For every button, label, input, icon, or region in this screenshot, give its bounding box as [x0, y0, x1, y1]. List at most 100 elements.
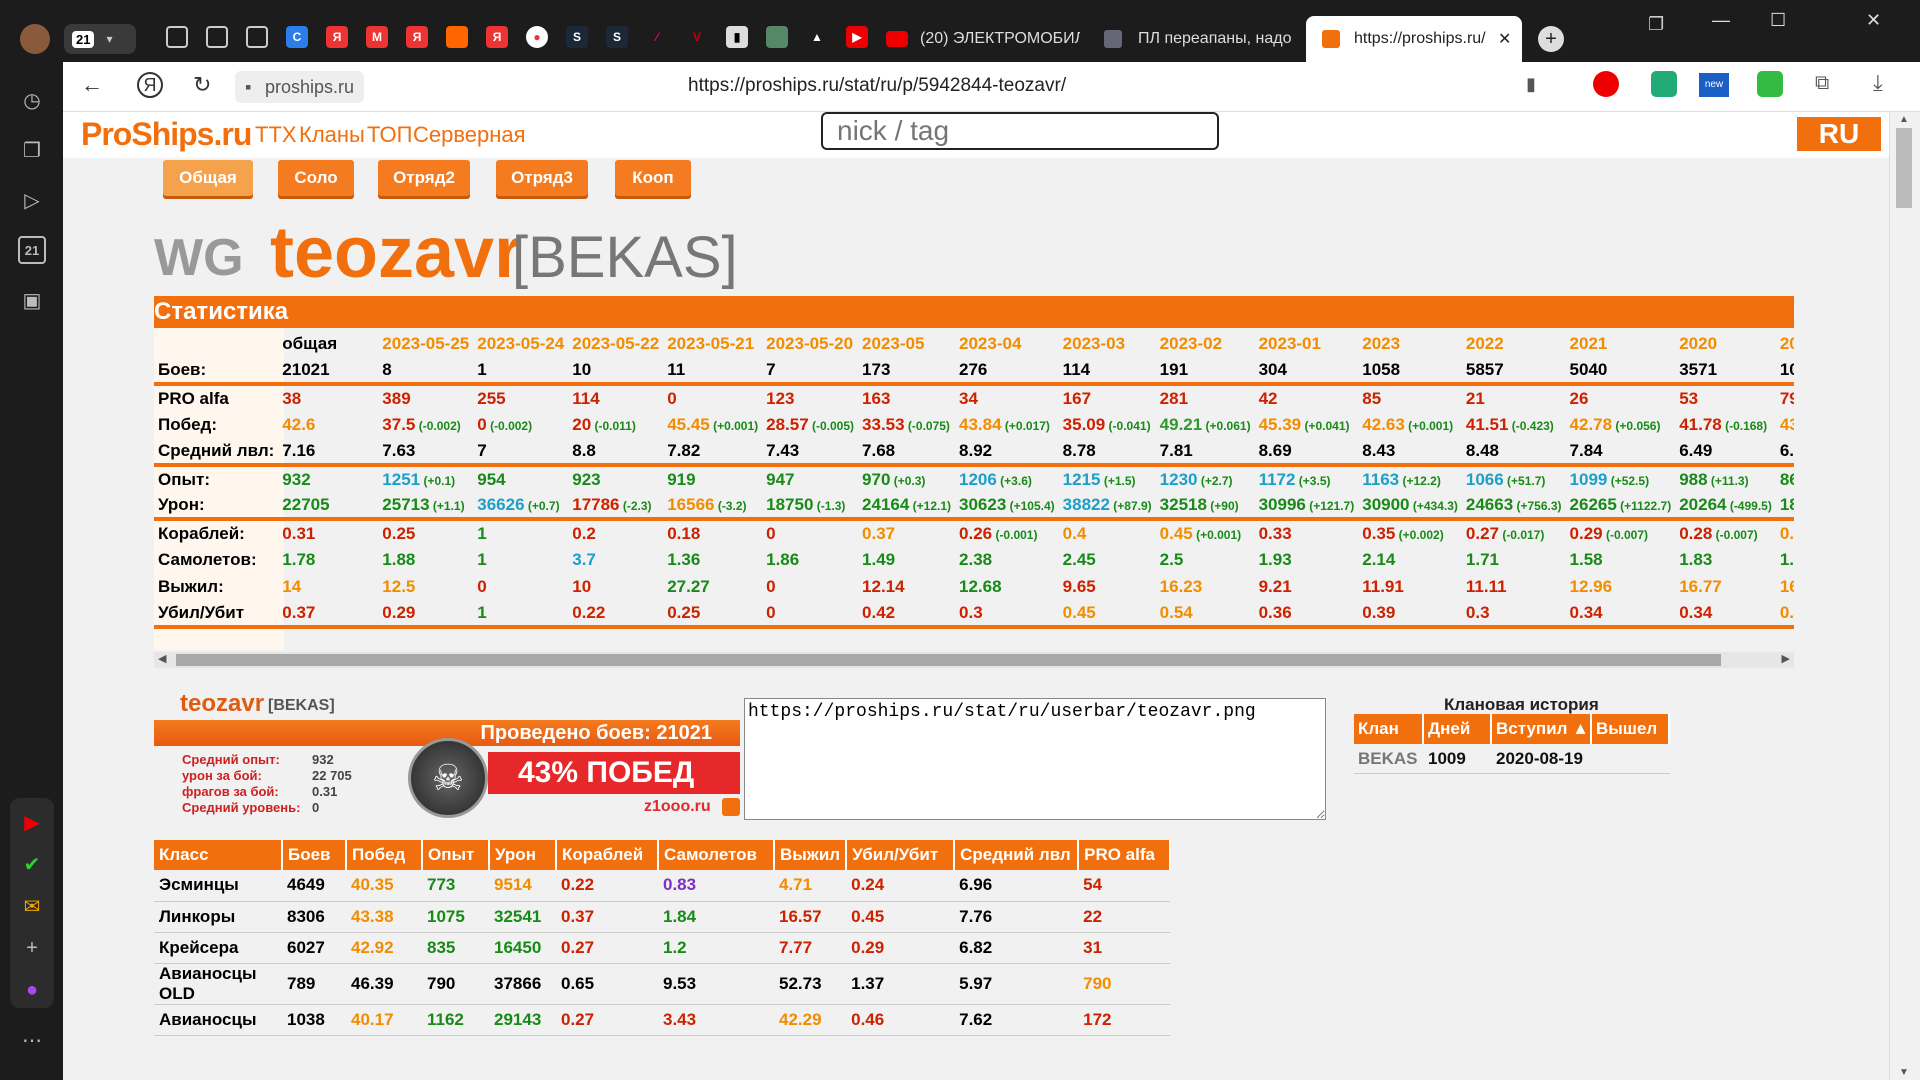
vertical-scrollbar[interactable]: ▲ ▼ — [1889, 112, 1920, 1080]
youtube-tab-icon[interactable]: ▶ — [846, 26, 868, 48]
language-button[interactable]: RU — [1797, 117, 1881, 151]
download-icon[interactable]: ⤓ — [1873, 70, 1883, 96]
bookmark-icon[interactable]: ▮ — [1526, 74, 1536, 95]
nav-top[interactable]: ТОП — [367, 122, 412, 148]
minimize-icon[interactable]: — — [1712, 10, 1730, 31]
mode-button-div3[interactable]: Отряд3 — [496, 160, 588, 196]
scrollbar-thumb[interactable] — [176, 654, 1721, 666]
host-chip[interactable]: ▪ proships.ru — [235, 71, 365, 103]
tab-youtube[interactable]: (20) ЭЛЕКТРОМОБИЛ — [886, 20, 1086, 58]
class-table-header[interactable]: Класс — [154, 840, 283, 870]
check-icon[interactable]: ✔ — [18, 850, 46, 878]
mail-icon[interactable]: ✉ — [18, 892, 46, 920]
class-table-cell: 0.45 — [846, 901, 955, 933]
tab-counter-button[interactable]: 21 ▾ — [64, 24, 136, 54]
steam-tab-icon[interactable]: S — [606, 26, 628, 48]
stats-row: Побед: 42.6 37.5 (-0.002) 0 (-0.002) 20 (-0.… — [154, 411, 1794, 438]
close-tab-icon[interactable]: ✕ — [1498, 29, 1511, 49]
stats-cell: 0.45 (+0.001) — [1155, 517, 1255, 546]
nav-server[interactable]: Серверная — [413, 122, 526, 148]
class-table-header[interactable]: Убил/Убит — [846, 840, 956, 870]
tab-second[interactable]: ПЛ переапаны, надо — [1104, 20, 1304, 58]
tab-favicon[interactable]: V — [686, 26, 708, 48]
adblock-icon[interactable] — [1593, 71, 1619, 97]
class-table-header[interactable]: PRO alfa — [1078, 840, 1172, 870]
scroll-down-icon[interactable]: ▼ — [1899, 1067, 1909, 1078]
class-table-header[interactable]: Средний лвл — [954, 840, 1080, 870]
close-window-icon[interactable]: ✕ — [1866, 10, 1881, 31]
tab-favicon[interactable]: ▮ — [726, 26, 748, 48]
add-app-icon[interactable]: + — [18, 934, 46, 962]
class-table-header[interactable]: Урон — [489, 840, 557, 870]
nav-clans[interactable]: Кланы — [299, 122, 365, 148]
extension-icon[interactable] — [1757, 71, 1783, 97]
clan-history-header[interactable]: Вышел — [1592, 714, 1670, 744]
more-icon[interactable]: ⋯ — [18, 1026, 46, 1054]
doc-tab-icon[interactable] — [166, 26, 188, 48]
mode-button-general[interactable]: Общая — [163, 160, 253, 196]
doc-tab-icon[interactable] — [206, 26, 228, 48]
yandex-tab-icon[interactable]: Я — [326, 26, 348, 48]
class-table-header[interactable]: Боев — [282, 840, 347, 870]
new-tab-button[interactable]: + — [1538, 26, 1564, 52]
youtube-icon[interactable]: ▶ — [18, 808, 46, 836]
tab-favicon[interactable] — [446, 26, 468, 48]
back-icon[interactable]: ← — [81, 72, 103, 98]
tab-favicon[interactable]: ● — [526, 26, 548, 48]
clan-history-cell[interactable]: BEKAS — [1354, 744, 1424, 773]
play-icon[interactable]: ▷ — [18, 186, 46, 214]
nav-ttx[interactable]: ТТХ — [255, 122, 297, 148]
class-table-header[interactable]: Кораблей — [556, 840, 659, 870]
stats-delta: (+756.3) — [1513, 498, 1562, 513]
player-clan[interactable]: [BEKAS] — [512, 224, 738, 291]
mode-button-coop[interactable]: Кооп — [615, 160, 691, 196]
stats-cell: 167 — [1058, 382, 1156, 411]
class-table-header[interactable]: Самолетов — [658, 840, 775, 870]
clan-history-header[interactable]: Вступил ▲ — [1492, 714, 1592, 744]
screenshot-icon[interactable]: ▣ — [18, 286, 46, 314]
tab-favicon[interactable]: ⁄ — [646, 26, 668, 48]
horizontal-scrollbar[interactable]: ◀ ▶ — [154, 652, 1794, 668]
reload-icon[interactable]: ↻ — [193, 72, 211, 98]
userbar-url-field[interactable] — [744, 698, 1326, 820]
tab-favicon[interactable] — [766, 26, 788, 48]
class-table-header[interactable]: Выжил — [774, 840, 848, 870]
maximize-icon[interactable]: ☐ — [1770, 10, 1786, 31]
collections-icon[interactable]: ❐ — [18, 136, 46, 164]
tab-favicon[interactable]: C — [286, 26, 308, 48]
bookmarks-icon[interactable]: ❐ — [1648, 14, 1664, 35]
clan-history-header[interactable]: Клан — [1354, 714, 1424, 744]
tab-favicon[interactable]: M — [366, 26, 388, 48]
class-table-header[interactable]: Побед — [346, 840, 423, 870]
yandex-tab-icon[interactable]: Я — [406, 26, 428, 48]
mode-button-solo[interactable]: Соло — [278, 160, 354, 196]
userbar-line: Средний уровень: 0 — [182, 800, 382, 816]
url-text[interactable]: https://proships.ru/stat/ru/p/5942844-te… — [688, 75, 1066, 97]
stats-delta: (-0.007) — [1602, 527, 1648, 542]
alice-icon[interactable]: ● — [18, 976, 46, 1004]
doc-tab-icon[interactable] — [246, 26, 268, 48]
steam-tab-icon[interactable]: S — [566, 26, 588, 48]
yandex-icon[interactable]: Я — [137, 72, 163, 98]
search-input[interactable] — [821, 112, 1219, 150]
tab-favicon[interactable]: ▲ — [806, 26, 828, 48]
clan-history-header[interactable]: Дней — [1424, 714, 1492, 744]
scroll-right-icon[interactable]: ▶ — [1782, 652, 1790, 665]
stats-value: 1.83 — [1679, 549, 1713, 569]
scroll-left-icon[interactable]: ◀ — [158, 652, 166, 665]
site-logo[interactable]: ProShips.ru — [81, 116, 252, 153]
history-icon[interactable]: ◷ — [18, 86, 46, 114]
userbar-line-value: 0.31 — [312, 784, 338, 799]
class-table-row: Эсминцы 4649 40.35 773 9514 0.22 0.83 4.71 0.24 6… — [154, 870, 1171, 902]
tab-active[interactable]: https://proships.ru/ ✕ — [1306, 16, 1522, 62]
mode-button-div2[interactable]: Отряд2 — [378, 160, 470, 196]
class-table-header[interactable]: Опыт — [422, 840, 490, 870]
yandex-tab-icon[interactable]: Я — [486, 26, 508, 48]
profile-avatar[interactable] — [20, 24, 50, 54]
extensions-menu-icon[interactable]: ⧉ — [1815, 72, 1829, 95]
tabs-count-icon[interactable]: 21 — [18, 236, 46, 264]
vertical-scrollbar-thumb[interactable] — [1896, 128, 1912, 208]
extension-icon[interactable] — [1651, 71, 1677, 97]
scroll-up-icon[interactable]: ▲ — [1899, 114, 1909, 125]
new-badge-icon[interactable]: new — [1699, 73, 1729, 97]
